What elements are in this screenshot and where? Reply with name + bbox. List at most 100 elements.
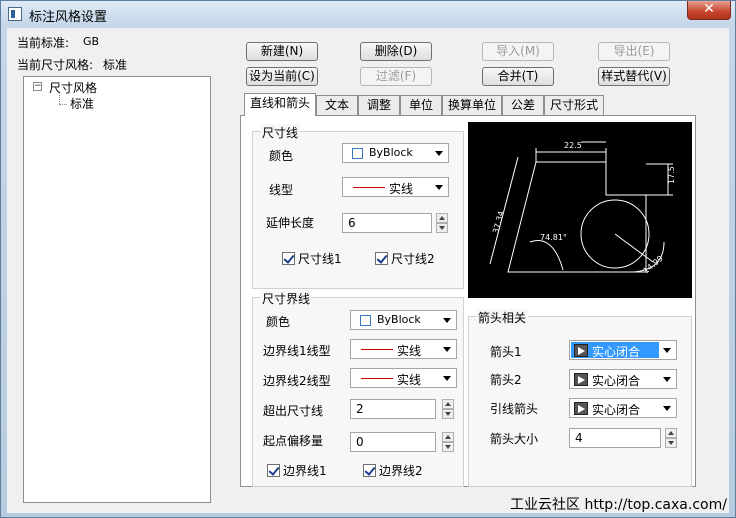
solid-closed-arrow-icon (574, 373, 588, 386)
preview-drawing: 22.5 17.5 37.34 74.81° 14.99 (489, 141, 676, 276)
current-style-value: 标准 (103, 58, 128, 72)
beyond-dim-value: 2 (356, 402, 364, 416)
extend-length-label: 延伸长度 (266, 216, 315, 230)
import-button[interactable]: 导入(M) (482, 42, 554, 61)
style-tree[interactable]: − 尺寸风格 标准 (23, 76, 211, 503)
arrow2-combo[interactable]: 实心闭合 (569, 369, 677, 389)
spin-up-icon[interactable] (442, 399, 454, 409)
spin-down-icon[interactable] (436, 223, 448, 233)
dialog-window: 标注风格设置 ✕ 当前标准: GB 当前尺寸风格: 标准 − 尺寸风格 标准 新… (0, 0, 736, 518)
ext-linetype1-combo[interactable]: 实线 (350, 339, 457, 359)
current-style-label: 当前尺寸风格: (17, 58, 94, 72)
ext-color-combo[interactable]: ByBlock (350, 310, 457, 330)
arrow-group: 箭头相关 箭头1 实心闭合 箭头2 实心闭合 引线箭头 实心闭合 箭头大小 4 (468, 309, 692, 487)
solid-closed-arrow-icon (574, 402, 588, 415)
dim-text-right: 17.5 (667, 166, 676, 184)
tab-dim-form[interactable]: 尺寸形式 (544, 95, 604, 115)
ext-line1-label: 边界线1 (283, 464, 327, 478)
leader-arrow-value: 实心闭合 (592, 403, 641, 417)
ext-linetype1-label: 边界线1线型 (263, 344, 331, 358)
chevron-down-icon (663, 406, 671, 411)
close-button[interactable]: ✕ (687, 1, 731, 20)
extend-length-input[interactable]: 6 (342, 213, 432, 233)
merge-button[interactable]: 合并(T) (482, 67, 554, 86)
arrow1-combo[interactable]: 实心闭合 (569, 340, 677, 360)
dim-linetype-value: 实线 (389, 182, 414, 196)
delete-button[interactable]: 删除(D) (360, 42, 432, 61)
dimension-line-title: 尺寸线 (260, 124, 301, 141)
chevron-down-icon (663, 348, 671, 353)
app-icon (8, 7, 22, 21)
beyond-dim-label: 超出尺寸线 (263, 404, 324, 418)
dim-line1-checkbox[interactable] (282, 252, 295, 265)
tree-connector (59, 104, 67, 105)
dim-color-combo[interactable]: ByBlock (342, 143, 449, 163)
beyond-dim-input[interactable]: 2 (350, 399, 436, 419)
arrow-size-input[interactable]: 4 (569, 428, 661, 448)
ext-linetype2-value: 实线 (397, 373, 422, 387)
extension-line-group: 尺寸界线 颜色 ByBlock 边界线1线型 实线 边界线2线型 实线 超出尺寸… (252, 290, 464, 487)
extension-line-title: 尺寸界线 (260, 290, 313, 307)
diameter-leader (614, 233, 654, 263)
arrow-size-label: 箭头大小 (490, 432, 539, 446)
tab-units[interactable]: 单位 (400, 95, 442, 115)
ext-linetype2-combo[interactable]: 实线 (350, 368, 457, 388)
style-replace-button[interactable]: 样式替代(V) (598, 67, 670, 86)
ext-color-value: ByBlock (377, 313, 421, 326)
chevron-down-icon (443, 347, 451, 352)
dim-color-value: ByBlock (369, 146, 413, 159)
ext-color-label: 颜色 (266, 315, 291, 329)
extend-length-value: 6 (348, 216, 356, 230)
dimension-preview: 22.5 17.5 37.34 74.81° 14.99 (468, 122, 692, 298)
arrow-size-value: 4 (575, 431, 583, 445)
dim-linetype-combo[interactable]: 实线 (342, 177, 449, 197)
tab-lines-arrows[interactable]: 直线和箭头 (244, 93, 316, 116)
tab-adjust[interactable]: 调整 (358, 95, 400, 115)
spin-down-icon[interactable] (442, 442, 454, 452)
current-standard-label: 当前标准: (17, 36, 70, 50)
arrow2-label: 箭头2 (490, 373, 522, 387)
color-swatch (360, 315, 371, 326)
leader-arrow-combo[interactable]: 实心闭合 (569, 398, 677, 418)
dim-line2-checkbox[interactable] (375, 252, 388, 265)
arrow1-label: 箭头1 (490, 345, 522, 359)
ext-linetype2-label: 边界线2线型 (263, 374, 331, 388)
dim-text-angle: 74.81° (540, 233, 567, 242)
spin-up-icon[interactable] (442, 432, 454, 442)
spin-up-icon[interactable] (436, 213, 448, 223)
collapse-icon[interactable]: − (33, 82, 42, 91)
part-outline (507, 161, 647, 273)
new-button[interactable]: 新建(N) (246, 42, 318, 61)
linetype-sample (353, 187, 385, 188)
arrow2-value: 实心闭合 (592, 374, 641, 388)
origin-offset-value: 0 (356, 435, 364, 449)
dim-text-top: 22.5 (564, 141, 582, 150)
tree-item-dim-style[interactable]: 尺寸风格 (49, 79, 97, 96)
filter-button[interactable]: 过滤(F) (360, 67, 432, 86)
ext-line1-checkbox[interactable] (267, 464, 280, 477)
window-title: 标注风格设置 (29, 10, 108, 25)
tab-alt-units[interactable]: 换算单位 (442, 95, 502, 115)
ext-line2-checkbox[interactable] (363, 464, 376, 477)
dim-line1-label: 尺寸线1 (298, 252, 342, 266)
tab-tolerance[interactable]: 公差 (502, 95, 544, 115)
dimension-line-group: 尺寸线 颜色 ByBlock 线型 实线 延伸长度 6 尺寸线1 尺寸线2 (252, 124, 464, 289)
spin-up-icon[interactable] (665, 428, 677, 438)
dim-color-label: 颜色 (269, 149, 294, 163)
linetype-sample (361, 349, 393, 350)
spin-down-icon[interactable] (442, 409, 454, 419)
set-current-button[interactable]: 设为当前(C) (246, 67, 318, 86)
title-bar[interactable]: 标注风格设置 ✕ (1, 1, 735, 27)
spin-down-icon[interactable] (665, 438, 677, 448)
leader-arrow-label: 引线箭头 (490, 402, 539, 416)
color-swatch (352, 148, 363, 159)
arrow1-value: 实心闭合 (592, 345, 641, 359)
tab-text[interactable]: 文本 (316, 95, 358, 115)
chevron-down-icon (443, 376, 451, 381)
dialog-client: 当前标准: GB 当前尺寸风格: 标准 − 尺寸风格 标准 新建(N) 删除(D… (7, 28, 729, 513)
dim-linetype-label: 线型 (269, 183, 294, 197)
origin-offset-input[interactable]: 0 (350, 432, 436, 452)
export-button[interactable]: 导出(E) (598, 42, 670, 61)
ext-line2-label: 边界线2 (379, 464, 423, 478)
tree-item-standard[interactable]: 标准 (70, 95, 94, 112)
